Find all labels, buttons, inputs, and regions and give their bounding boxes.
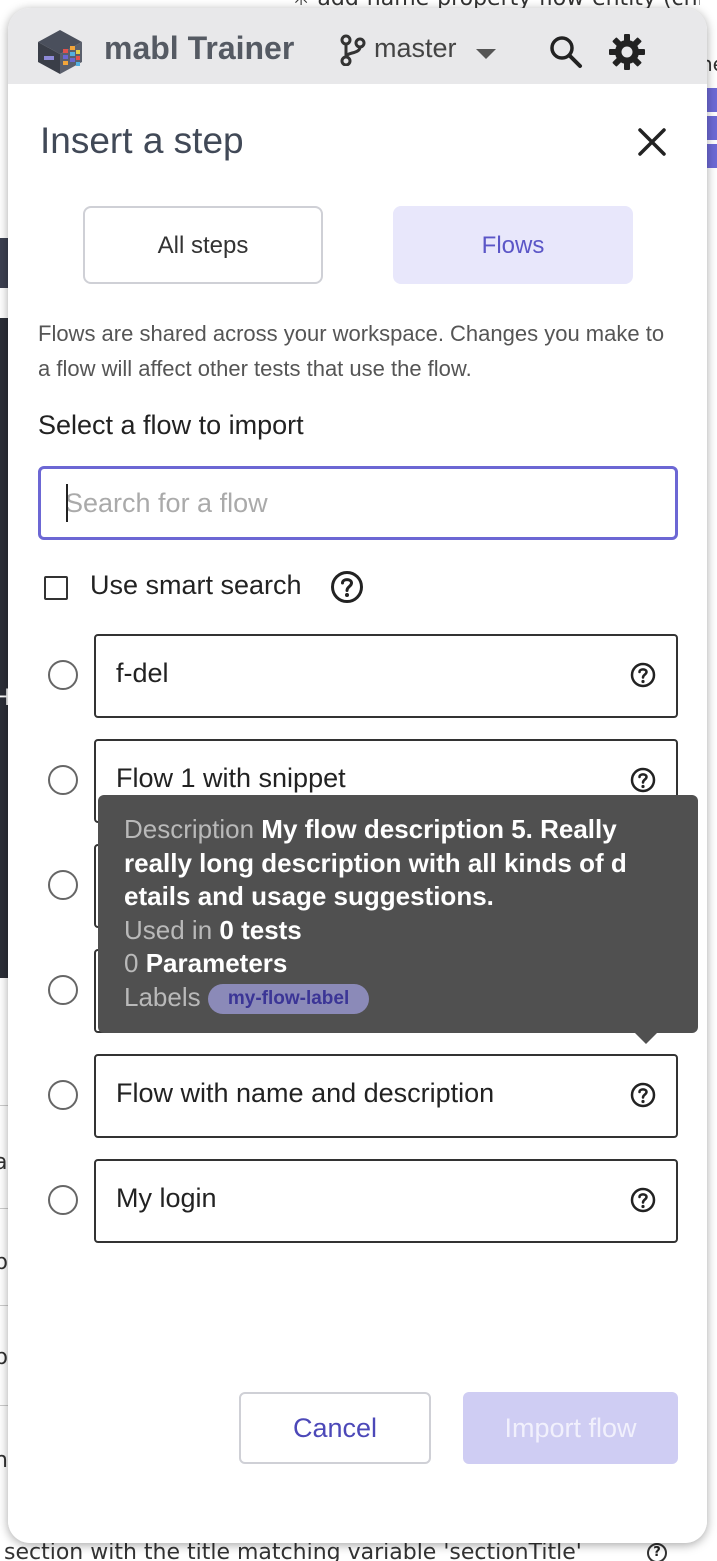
flow-radio[interactable] — [48, 1185, 78, 1215]
tooltip-description-line: My flow description 5. Really — [261, 814, 617, 844]
tooltip-labels: Labels my-flow-label — [124, 981, 672, 1015]
help-icon[interactable] — [630, 662, 656, 688]
close-icon[interactable] — [632, 122, 672, 162]
git-branch-icon — [340, 34, 366, 66]
mabl-logo-icon — [38, 30, 82, 74]
tooltip-used-in-key: Used in — [124, 914, 213, 945]
tooltip-used-in: Used in 0 tests — [124, 914, 672, 948]
help-icon[interactable] — [330, 570, 364, 604]
flow-radio[interactable] — [48, 660, 78, 690]
smart-search-label[interactable]: Use smart search — [90, 570, 302, 601]
background-left-glyph: p — [0, 1250, 8, 1275]
flow-search-input[interactable] — [38, 466, 678, 540]
background-left-glyph: b — [0, 1345, 8, 1370]
background-divider — [0, 1208, 8, 1209]
import-flow-button[interactable]: Import flow — [463, 1392, 678, 1464]
flow-radio[interactable] — [48, 870, 78, 900]
flow-name: My login — [116, 1183, 217, 1213]
tooltip-description-line: etails and usage suggestions. — [124, 881, 494, 911]
flow-name: f-del — [116, 658, 169, 688]
tab-flows[interactable]: Flows — [393, 206, 633, 284]
tooltip-used-in-value: 0 tests — [219, 914, 302, 945]
tooltip-parameters: 0 Parameters — [124, 947, 672, 981]
dialog-title: Insert a step — [40, 120, 244, 161]
flow-radio[interactable] — [48, 975, 78, 1005]
flow-item[interactable]: My login — [94, 1159, 678, 1243]
help-icon[interactable] — [630, 767, 656, 793]
background-step-text: section with the title matching variable… — [4, 1540, 582, 1561]
background-divider — [0, 1405, 8, 1406]
tooltip-description: Description My flow description 5. Reall… — [124, 813, 672, 847]
branch-selector[interactable]: master — [374, 33, 457, 64]
cancel-button[interactable]: Cancel — [239, 1392, 431, 1464]
trainer-header: mabl Trainer master — [8, 8, 707, 84]
flow-label-chip: my-flow-label — [207, 983, 370, 1014]
flow-name: Flow 1 with snippet — [116, 763, 346, 793]
help-icon[interactable] — [630, 1082, 656, 1108]
select-flow-label: Select a flow to import — [38, 410, 304, 440]
flow-item[interactable]: Flow with name and description — [94, 1054, 678, 1138]
tooltip-parameters-count: 0 — [124, 948, 139, 978]
gear-icon[interactable] — [608, 33, 646, 71]
background-left-glyph: a — [0, 1150, 8, 1175]
tooltip-description-line: really long description with all kinds o… — [124, 847, 627, 878]
caret-down-icon[interactable] — [476, 49, 496, 59]
help-icon[interactable]: ? — [647, 1543, 667, 1561]
tooltip-labels-key: Labels — [124, 981, 201, 1012]
help-icon[interactable] — [630, 1187, 656, 1213]
flow-name: Flow with name and description — [116, 1078, 495, 1108]
tab-all-steps[interactable]: All steps — [83, 206, 323, 284]
tooltip-arrow — [634, 1032, 658, 1044]
text-cursor — [66, 484, 68, 522]
flows-info-text: Flows are shared across your workspace. … — [38, 321, 665, 381]
smart-search-checkbox[interactable] — [44, 576, 68, 600]
flow-radio[interactable] — [48, 765, 78, 795]
tooltip-description-key: Description — [124, 814, 255, 844]
background-divider — [0, 1105, 8, 1106]
tooltip-parameters-label: Parameters — [145, 948, 288, 978]
background-left-glyph: n — [0, 1448, 8, 1473]
insert-step-dialog: Insert a step All steps Flows Flows are … — [8, 84, 707, 1543]
flow-details-tooltip: Description My flow description 5. Reall… — [98, 795, 698, 1044]
flow-item[interactable]: f-del — [94, 634, 678, 718]
trainer-window: mabl Trainer master Insert a step All st… — [8, 8, 707, 1543]
search-icon[interactable] — [548, 34, 584, 70]
background-left-glyph: I — [0, 592, 1, 617]
background-divider — [0, 1305, 8, 1306]
app-title: mabl Trainer — [104, 30, 295, 66]
flow-radio[interactable] — [48, 1080, 78, 1110]
